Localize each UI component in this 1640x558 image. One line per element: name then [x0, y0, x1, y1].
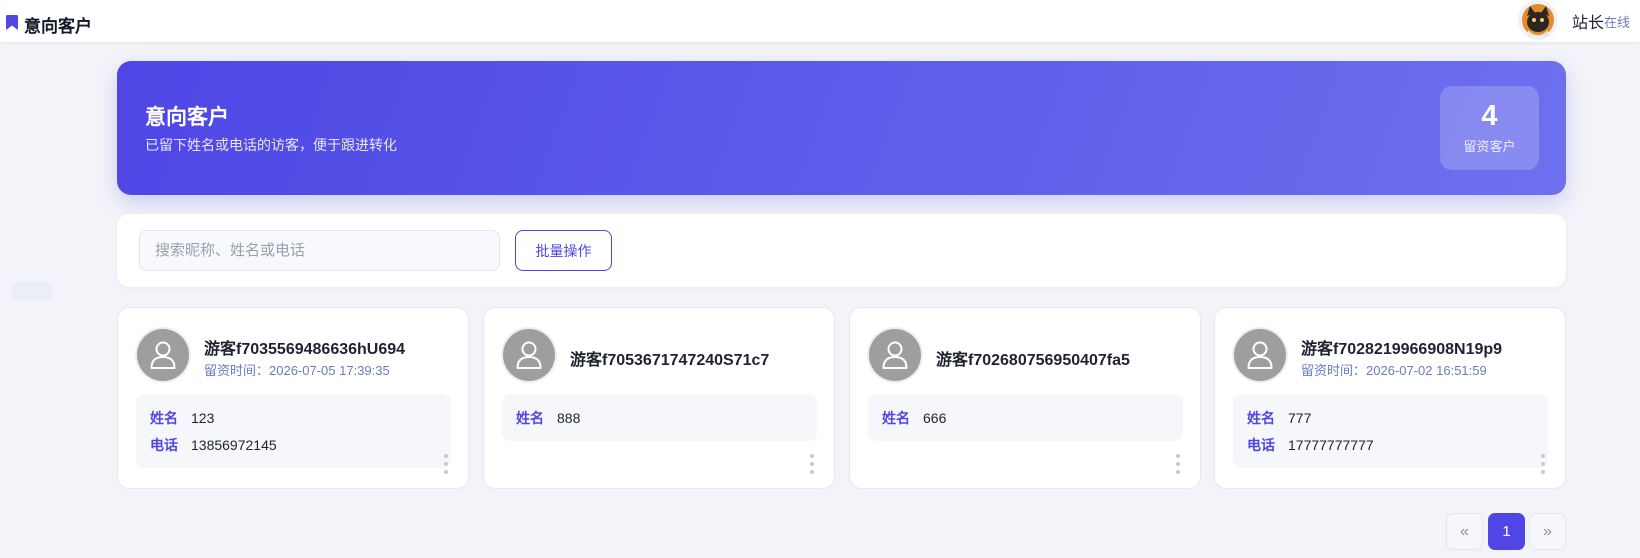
lead-time: 留资时间：2026-07-05 17:39:35 [204, 360, 390, 379]
customer-name: 游客f7035569486636hU694 [204, 341, 406, 358]
info-row: 姓名 666 [882, 404, 1169, 431]
hero-title: 意向客户 [145, 106, 229, 129]
next-page-button[interactable]: » [1529, 513, 1566, 550]
page-title: 意向客户 [24, 17, 92, 36]
field-value: 17777777777 [1288, 436, 1374, 453]
field-value: 777 [1288, 409, 1312, 426]
more-vertical-icon[interactable] [808, 454, 816, 474]
user-icon [882, 341, 908, 369]
customer-avatar [1234, 329, 1286, 381]
customer-avatar [503, 329, 555, 381]
bookmark-icon [6, 15, 18, 30]
toolbar: 批量操作 [117, 214, 1566, 287]
customer-card[interactable]: 游客f702680756950407fa5 姓名 666 [849, 307, 1201, 489]
customer-avatar [869, 329, 921, 381]
info-row: 姓名 888 [516, 404, 803, 431]
more-vertical-icon[interactable] [442, 454, 450, 474]
user-icon [1247, 341, 1273, 369]
info-row: 电话 13856972145 [150, 431, 437, 458]
customer-info: 姓名 666 [868, 394, 1183, 441]
customer-info: 姓名 123 电话 13856972145 [136, 394, 451, 468]
customer-name: 游客f7053671747240S71c7 [570, 352, 770, 369]
customer-name: 游客f702680756950407fa5 [936, 352, 1130, 369]
lead-time-label: 留资时间： [204, 363, 270, 378]
prev-page-button[interactable]: « [1446, 513, 1483, 550]
cat-avatar-icon [1518, 0, 1558, 40]
page-1-button[interactable]: 1 [1488, 513, 1525, 550]
field-key: 姓名 [150, 409, 178, 426]
field-key: 姓名 [516, 409, 544, 426]
customer-name: 游客f7028219966908N19p9 [1301, 341, 1503, 358]
field-key: 姓名 [882, 409, 910, 426]
user-name: 站长 [1572, 15, 1605, 32]
info-row: 姓名 123 [150, 404, 437, 431]
lead-time: 留资时间：2026-07-02 16:51:59 [1301, 360, 1487, 379]
hero-banner: 意向客户 已留下姓名或电话的访客，便于跟进转化 4 留资客户 [117, 61, 1566, 195]
lead-time-value: 2026-07-02 16:51:59 [1366, 363, 1487, 378]
batch-action-button[interactable]: 批量操作 [515, 230, 612, 271]
customer-card[interactable]: 游客f7028219966908N19p9 留资时间：2026-07-02 16… [1214, 307, 1566, 489]
lead-count-value: 4 [1481, 100, 1498, 132]
customer-card[interactable]: 游客f7035569486636hU694 留资时间：2026-07-05 17… [117, 307, 469, 489]
field-value: 13856972145 [191, 436, 277, 453]
user-avatar[interactable] [1516, 0, 1560, 40]
field-value: 666 [923, 409, 947, 426]
more-vertical-icon[interactable] [1539, 454, 1547, 474]
customer-avatar [137, 329, 189, 381]
lead-time-label: 留资时间： [1301, 363, 1367, 378]
field-key: 姓名 [1247, 409, 1275, 426]
field-key: 电话 [1247, 436, 1275, 453]
hero-subtitle: 已留下姓名或电话的访客，便于跟进转化 [145, 137, 397, 153]
customer-info: 姓名 777 电话 17777777777 [1233, 394, 1548, 468]
customer-card[interactable]: 游客f7053671747240S71c7 姓名 888 [483, 307, 835, 489]
field-value: 888 [557, 409, 581, 426]
customer-info: 姓名 888 [502, 394, 817, 441]
info-row: 电话 17777777777 [1247, 431, 1534, 458]
more-vertical-icon[interactable] [1174, 454, 1182, 474]
info-row: 姓名 777 [1247, 404, 1534, 431]
user-status: 在线 [1604, 15, 1631, 30]
lead-time-value: 2026-07-05 17:39:35 [269, 363, 390, 378]
search-input[interactable] [139, 230, 500, 271]
field-value: 123 [191, 409, 215, 426]
top-bar: 意向客户 站长 在线 [0, 0, 1640, 42]
sidebar-toggle[interactable] [12, 282, 52, 300]
user-icon [516, 341, 542, 369]
lead-count-label: 留资客户 [1463, 139, 1516, 154]
lead-count-stat: 4 留资客户 [1440, 86, 1539, 170]
user-icon [150, 341, 176, 369]
field-key: 电话 [150, 436, 178, 453]
